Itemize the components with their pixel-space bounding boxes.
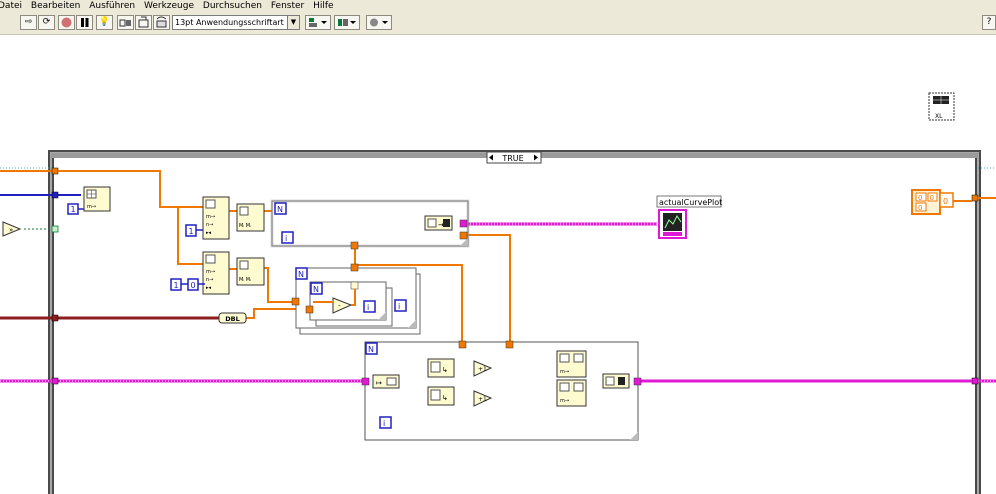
svg-text:n→: n→ [206,222,213,228]
run-continuously-icon[interactable]: ⟳ [38,15,55,30]
menu-item-bearbeiten[interactable]: Bearbeiten [31,1,80,11]
loop-index-label: i [285,234,287,243]
toolbar: ⇨ ⟳ 💡 13pt Anwendungsschriftart ▼ ? [0,12,996,35]
menu-item-hilfe[interactable]: Hilfe [313,1,333,11]
step-over-icon[interactable] [153,15,170,30]
min-max-node-2[interactable]: Mᵢ Mᵢ [236,257,265,286]
block-diagram[interactable]: TRUE » 1 m→ 1 m→ n→ ▸◂ Mᵢ Mᵢ m→ n→ ▸◂ Mᵢ… [0,35,996,494]
svg-text:n→: n→ [206,277,213,283]
menu-item-fenster[interactable]: Fenster [271,1,304,11]
run-arrow-icon[interactable]: ⇨ [20,15,37,30]
cluster-value-4: 0 [943,197,948,206]
loop-count-label-3: N [313,285,319,294]
build-waveform-node-1: → [424,215,453,231]
dbl-conversion-node[interactable]: DBL [218,312,247,324]
svg-text:▸◂: ▸◂ [206,285,212,291]
loop-count-label-2: N [298,270,304,279]
loop-index-label-3: i [367,303,369,312]
cluster-value-3: 0 [930,194,934,202]
retain-wire-values-icon[interactable] [117,15,134,30]
help-icon[interactable]: ? [982,15,996,30]
cluster-value-2: 0 [918,204,922,212]
array-subset-node-1[interactable]: m→ n→ ▸◂ [202,196,230,240]
dbl-label: DBL [225,315,240,323]
distribute-objects-icon[interactable] [334,15,360,30]
integer-constant-3-value: 1 [174,281,179,290]
svg-text:+1: +1 [478,396,487,403]
menu-item-werkzeuge[interactable]: Werkzeuge [144,1,194,11]
menu-item-ausfuehren[interactable]: Ausführen [89,1,135,11]
menu-item-datei[interactable]: Datei [0,1,22,11]
integer-constant-value: 1 [71,205,76,214]
for-loop-1[interactable]: N i → [270,199,470,250]
abort-icon[interactable] [58,15,75,30]
array-subset-node-2[interactable]: m→ n→ ▸◂ [202,251,230,295]
replace-subset-node-b: m→ [556,379,587,407]
svg-text:Mᵢ Mᵢ: Mᵢ Mᵢ [239,277,251,283]
case-selector[interactable]: TRUE [486,151,542,164]
svg-text:m→: m→ [560,369,569,375]
step-into-icon[interactable] [135,15,152,30]
index-node-b: ↳ [427,386,455,406]
loop-count-label-4: N [368,345,374,354]
chevron-down-icon: ▼ [287,16,299,29]
svg-text:m→: m→ [87,204,96,210]
excel-report-icon[interactable]: XL [928,92,955,121]
loop-index-label-4: i [383,419,385,428]
svg-text:m→: m→ [206,269,215,275]
svg-text:▸◂: ▸◂ [206,230,212,236]
pause-icon[interactable] [76,15,93,30]
for-loop-3[interactable]: N i ↦ ↳ ↳ +1 +1 m→ m→ [361,340,642,441]
svg-text:m→: m→ [560,398,569,404]
svg-text:↦: ↦ [376,379,382,387]
xl-label: XL [935,113,943,120]
highlight-execution-icon[interactable]: 💡 [96,15,113,30]
graph-label: actualCurvePlot [659,198,722,207]
svg-text:m→: m→ [206,214,215,220]
svg-text:»: » [9,226,13,234]
svg-text:+1: +1 [478,366,487,373]
integer-constant-2-value: 1 [189,227,194,236]
svg-text:↳: ↳ [442,394,448,402]
svg-text:Mᵢ Mᵢ: Mᵢ Mᵢ [239,223,251,229]
actual-curve-plot-terminal[interactable]: actualCurvePlot [656,195,722,239]
menu-item-durchsuchen[interactable]: Durchsuchen [203,1,262,11]
for-loop-2-inner[interactable]: N i - [305,281,393,327]
index-array-node[interactable]: m→ [83,186,111,212]
font-select[interactable]: 13pt Anwendungsschriftart ▼ [172,15,300,30]
reorder-icon[interactable] [366,15,392,30]
svg-text:↳: ↳ [442,366,448,374]
cluster-constant[interactable]: 0 0 0 0 [911,189,954,215]
font-select-value: 13pt Anwendungsschriftart [175,18,284,27]
loop-index-label-2: i [398,302,400,311]
menu-bar: Datei Bearbeiten Ausführen Werkzeuge Dur… [0,0,996,12]
build-waveform-node-2 [602,373,630,389]
loop-count-label: N [277,205,283,214]
align-objects-icon[interactable] [305,15,331,30]
index-node-a: ↳ [427,358,455,378]
select-node[interactable]: » [2,221,22,237]
replace-subset-node-a: m→ [556,350,587,378]
cluster-value-1: 0 [918,194,922,202]
integer-constant-4-value: 0 [191,281,196,290]
min-max-node-1[interactable]: Mᵢ Mᵢ [236,203,265,232]
unbundle-waveform-node: ↦ [372,374,400,389]
case-structure[interactable] [48,150,981,494]
case-selector-value: TRUE [501,154,523,163]
